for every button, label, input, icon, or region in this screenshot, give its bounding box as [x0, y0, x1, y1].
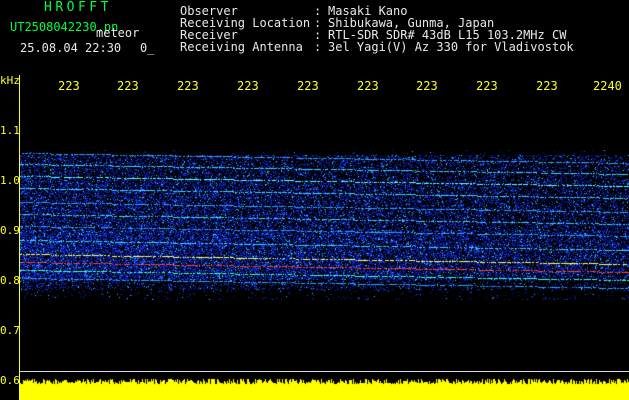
antenna-label: Receiving Antenna — [180, 40, 303, 54]
antenna-value: 3el Yagi(V) Az 330 for Vladivostok — [328, 40, 574, 54]
time-tick: 223 — [117, 79, 139, 93]
time-tick: 2240 — [593, 79, 622, 93]
freq-tick: 1.1 — [0, 124, 20, 137]
freq-tick: 0.8 — [0, 274, 20, 287]
signal-power-bar — [20, 376, 629, 400]
mode-label: meteor — [96, 26, 140, 40]
freq-tick: 0.9 — [0, 224, 20, 237]
date-time: 25.08.04 22:30 — [20, 41, 122, 55]
time-tick: 223 — [536, 79, 558, 93]
spectrogram — [20, 150, 629, 300]
detection-count: 0_ — [140, 41, 155, 55]
freq-tick: 0.7 — [0, 324, 20, 337]
time-tick: 223 — [357, 79, 379, 93]
time-tick: 223 — [476, 79, 498, 93]
baseline — [20, 371, 629, 372]
time-tick: 223 — [58, 79, 80, 93]
time-tick: 223 — [237, 79, 259, 93]
time-tick: 223 — [177, 79, 199, 93]
app-title: HROFFT — [44, 0, 112, 15]
antenna-colon: : — [314, 40, 322, 54]
time-tick: 223 — [416, 79, 438, 93]
hrofft-window: HROFFT UT2508042230.pn meteor 25.08.04 2… — [0, 0, 629, 400]
frequency-unit: kHz — [0, 74, 20, 87]
freq-tick: 1.0 — [0, 174, 20, 187]
time-tick: 223 — [297, 79, 319, 93]
freq-tick: 0.6 — [0, 374, 20, 387]
